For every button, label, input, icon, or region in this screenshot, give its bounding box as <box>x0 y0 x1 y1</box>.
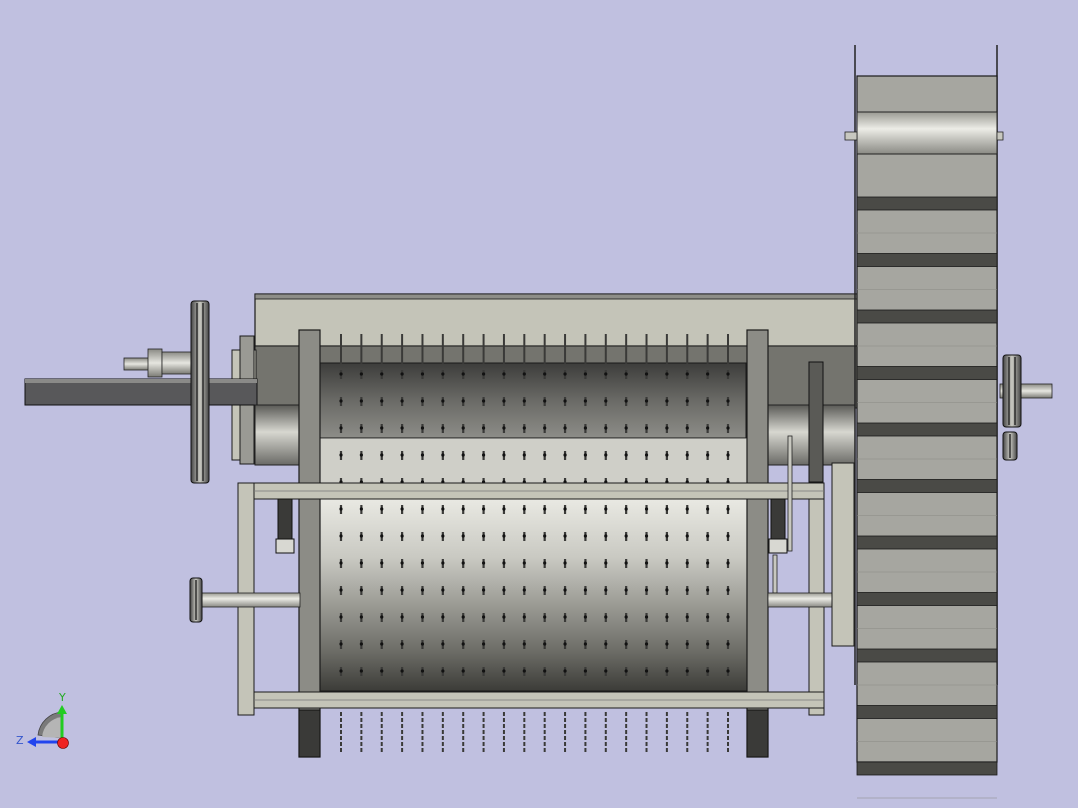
wheel-pulley[interactable] <box>1002 354 1022 428</box>
wheel-pulley-small[interactable] <box>1002 431 1018 461</box>
input-shaft[interactable] <box>24 378 258 406</box>
wheel-lug <box>856 479 998 493</box>
y-axis-label: Y <box>58 691 66 704</box>
wheel-lug <box>856 196 998 211</box>
wheel-lug <box>856 422 998 437</box>
cad-viewport[interactable]: Y Z <box>0 0 1078 808</box>
drive-pulley[interactable] <box>190 300 210 484</box>
model-view[interactable]: Y Z <box>0 0 1078 808</box>
lower-pulley[interactable] <box>189 577 203 623</box>
wheel-lug <box>856 535 998 550</box>
wheel-lug <box>856 253 998 267</box>
wheel-lug <box>856 366 998 380</box>
wheel-lug <box>856 705 998 719</box>
wheel-lug <box>856 648 998 663</box>
left-bracket[interactable] <box>275 498 295 554</box>
wheel-lug <box>856 592 998 606</box>
wheel-lug <box>856 761 998 776</box>
wheel-lug <box>856 309 998 324</box>
z-axis-label: Z <box>16 734 24 747</box>
drive-wheel[interactable] <box>844 45 1004 799</box>
